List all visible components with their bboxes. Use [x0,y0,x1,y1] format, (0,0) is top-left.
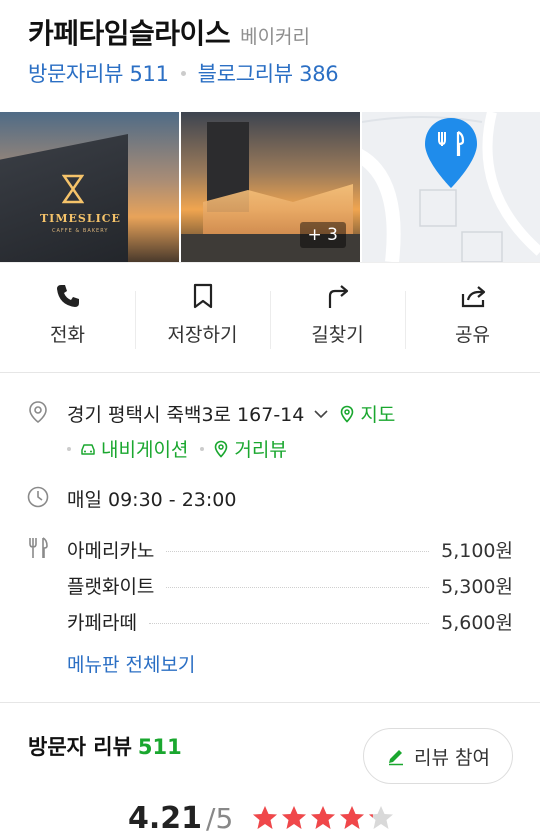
review-stats: 방문자리뷰 511 블로그리뷰 386 [28,58,512,88]
review-count: 511 [137,735,182,759]
star-icon [253,806,278,829]
directions-label: 길찾기 [311,324,364,346]
fork-knife-icon [29,537,48,558]
rating-summary: 4.21 /5 [128,800,396,838]
menu-item-name: 아메리카노 [67,540,155,562]
location-pin-icon [29,401,47,424]
business-hours[interactable]: 매일 09:30 - 23:00 [67,485,236,512]
logo-text: TIMESLICE [40,212,121,225]
star-icon [282,806,307,829]
star-icon [340,806,365,829]
place-category: 베이커리 [240,26,311,48]
menu-item: 카페라떼 5,600원 [67,608,513,635]
title-row: 카페타임슬라이스 베이커리 [28,12,512,50]
review-section-title: 방문자 리뷰 511 [28,731,182,761]
car-icon [81,443,95,455]
place-header: 카페타임슬라이스 베이커리 방문자리뷰 511 블로그리뷰 386 [0,0,540,112]
blog-reviews-link[interactable]: 블로그리뷰 386 [198,58,339,88]
menu-item: 플랫화이트 5,300원 [67,572,513,599]
map-pin-icon [425,118,477,188]
photo-glasshouse[interactable]: + 3 [181,112,360,262]
streetview-pin-icon [215,440,228,458]
phone-icon [56,285,79,307]
write-review-button[interactable]: 리뷰 참여 [363,728,513,784]
streetview-link[interactable]: 거리뷰 [234,435,286,462]
separator-dot [200,446,205,451]
logo-subtext: CAFFE & BAKERY [52,228,109,234]
menu-item-price: 5,100원 [441,540,513,562]
map-thumbnail[interactable] [362,112,540,262]
share-icon [461,286,485,308]
section-divider [0,702,540,703]
photo-strip: TIMESLICE CAFFE & BAKERY + 3 [0,112,540,262]
rating-score: 4.21 [128,801,203,836]
full-menu-link[interactable]: 메뉴판 전체보기 [67,650,195,677]
address-row: 경기 평택시 죽백3로 167-14 지도 [67,400,395,427]
place-name: 카페타임슬라이스 [28,17,231,50]
chevron-down-icon[interactable] [312,405,330,423]
review-title-text: 방문자 리뷰 [28,735,132,759]
menu-leader [166,551,430,552]
save-label: 저장하기 [167,324,238,346]
visitor-reviews-link[interactable]: 방문자리뷰 511 [28,58,169,88]
share-button[interactable]: 공유 [405,263,540,372]
photo-building-exterior[interactable]: TIMESLICE CAFFE & BAKERY [0,112,179,262]
map-link[interactable]: 지도 [360,400,395,427]
save-button[interactable]: 저장하기 [135,263,270,372]
more-photos-badge: + 3 [299,222,346,248]
address-text: 경기 평택시 죽백3로 167-14 [67,404,305,426]
write-review-label: 리뷰 참여 [414,746,490,769]
timeslice-logo-icon [62,174,84,204]
menu-item-name: 플랫화이트 [67,576,155,598]
map-marker-icon [341,405,354,423]
call-label: 전화 [50,324,85,346]
menu-item: 아메리카노 5,100원 [67,536,513,563]
menu-item-price: 5,300원 [441,576,513,598]
star-icon [311,806,336,829]
rating-max: /5 [206,802,234,835]
separator-dot [180,70,186,76]
star-rating [251,804,396,832]
clock-icon [27,486,49,508]
menu-leader [166,587,430,588]
navigation-link[interactable]: 내비게이션 [101,435,188,462]
star-icon [369,806,394,829]
action-bar: 전화 저장하기 길찾기 공유 [0,262,540,372]
bookmark-icon [193,283,212,309]
menu-item-name: 카페라떼 [67,612,137,634]
place-info: 경기 평택시 죽백3로 167-14 지도 내비게이션 거리뷰 매일 09:30… [0,373,540,703]
pencil-icon [389,750,404,766]
directions-icon [328,285,348,308]
address-links-row: 내비게이션 거리뷰 [67,435,287,462]
call-button[interactable]: 전화 [0,263,135,372]
separator-dot [67,446,71,451]
directions-button[interactable]: 길찾기 [270,263,405,372]
menu-leader [148,623,430,624]
menu-item-price: 5,600원 [441,612,513,634]
share-label: 공유 [455,324,490,346]
